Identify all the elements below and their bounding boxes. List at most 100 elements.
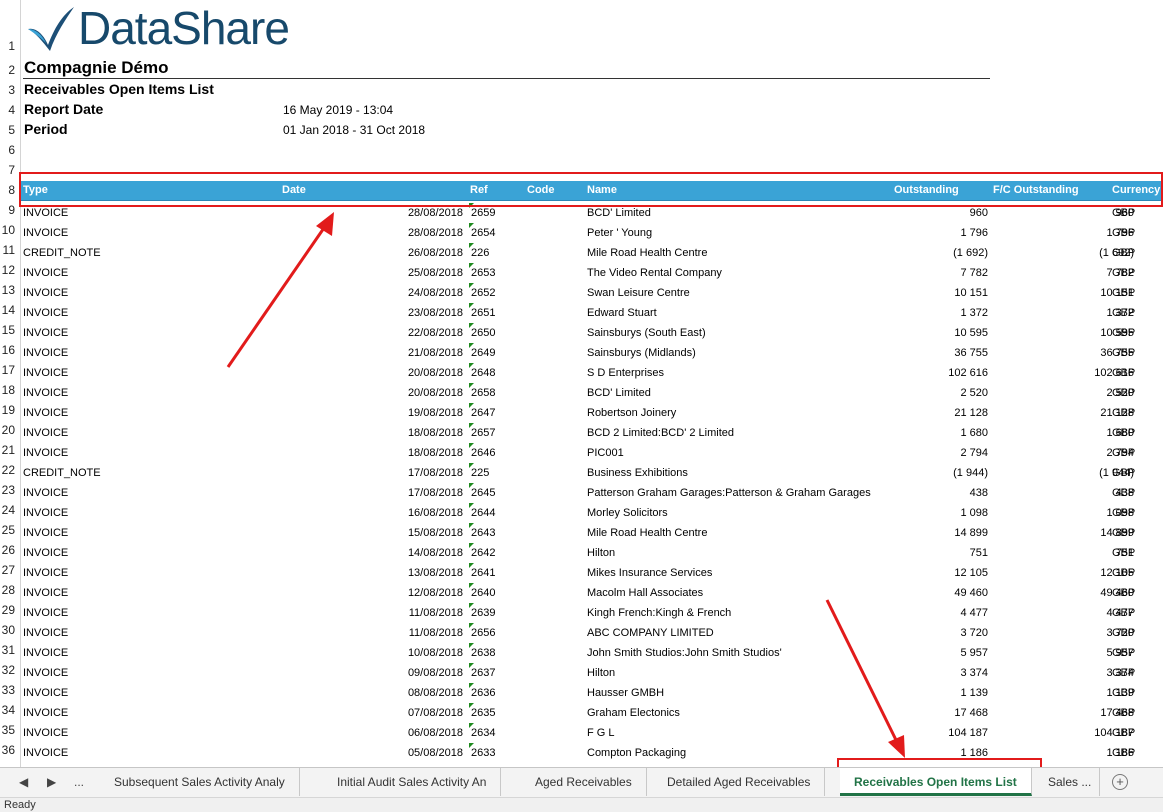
cell-currency[interactable]: GBP [1112,607,1135,619]
cell-outstanding[interactable]: 104 187 [948,727,988,739]
row-number[interactable]: 20 [0,423,20,437]
cell-name[interactable]: Patterson Graham Garages:Patterson & Gra… [587,487,871,499]
row-number[interactable]: 22 [0,463,20,477]
cell-outstanding[interactable]: 1 680 [960,427,988,439]
cell-name[interactable]: Edward Stuart [587,307,657,319]
cell-outstanding[interactable]: 7 782 [960,267,988,279]
table-row[interactable]: INVOICE 08/08/2018 2636 Hausser GMBH 1 139 1 … [21,683,1163,703]
cell-currency[interactable]: GBP [1112,207,1135,219]
cell-type[interactable]: INVOICE [23,527,68,539]
cell-ref[interactable]: 2646 [468,443,495,459]
cell-date[interactable]: 18/08/2018 [408,427,463,439]
cell-date[interactable]: 20/08/2018 [408,367,463,379]
cell-currency[interactable]: GBP [1112,747,1135,759]
cell-name[interactable]: The Video Rental Company [587,267,722,279]
row-number[interactable]: 17 [0,363,20,377]
cell-name[interactable]: Sainsburys (South East) [587,327,706,339]
cell-date[interactable]: 16/08/2018 [408,507,463,519]
table-row[interactable]: INVOICE 19/08/2018 2647 Robertson Joinery 21… [21,403,1163,423]
add-sheet-button[interactable]: + [1112,774,1128,790]
cell-date[interactable]: 25/08/2018 [408,267,463,279]
cell-ref[interactable]: 2659 [468,203,495,219]
row-number[interactable]: 8 [0,183,20,197]
sheet-tab-active[interactable]: Receivables Open Items List [840,768,1032,796]
cell-name[interactable]: BCD' Limited [587,207,651,219]
cell-outstanding[interactable]: (1 944) [953,467,988,479]
cell-outstanding[interactable]: 21 128 [954,407,988,419]
cell-ref[interactable]: 2636 [468,683,495,699]
row-number[interactable]: 31 [0,643,20,657]
cell-type[interactable]: INVOICE [23,627,68,639]
row-number[interactable]: 18 [0,383,20,397]
table-row[interactable]: INVOICE 20/08/2018 2658 BCD' Limited 2 520 2 … [21,383,1163,403]
cell-ref[interactable]: 2635 [468,703,495,719]
table-row[interactable]: INVOICE 18/08/2018 2657 BCD 2 Limited:BCD' … [21,423,1163,443]
cell-currency[interactable]: GBP [1112,387,1135,399]
table-row[interactable]: INVOICE 18/08/2018 2646 PIC001 2 794 2 794 GBP [21,443,1163,463]
cell-name[interactable]: Hausser GMBH [587,687,664,699]
cell-date[interactable]: 20/08/2018 [408,387,463,399]
cell-outstanding[interactable]: 3 720 [960,627,988,639]
cell-date[interactable]: 11/08/2018 [409,627,463,639]
cell-currency[interactable]: GBP [1112,567,1135,579]
cell-ref[interactable]: 2639 [468,603,495,619]
cell-name[interactable]: John Smith Studios:John Smith Studios' [587,647,782,659]
cell-name[interactable]: Hilton [587,667,615,679]
cell-ref[interactable]: 2641 [468,563,495,579]
table-row[interactable]: INVOICE 25/08/2018 2653 The Video Rental Co… [21,263,1163,283]
cell-ref[interactable]: 2638 [468,643,495,659]
row-number[interactable]: 1 [0,39,20,53]
row-number[interactable]: 14 [0,303,20,317]
cell-type[interactable]: INVOICE [23,587,68,599]
cell-currency[interactable]: GBP [1112,227,1135,239]
cell-name[interactable]: ABC COMPANY LIMITED [587,627,714,639]
cell-outstanding[interactable]: 1 139 [960,687,988,699]
cell-name[interactable]: Compton Packaging [587,747,686,759]
cell-type[interactable]: INVOICE [23,547,68,559]
cell-type[interactable]: INVOICE [23,727,68,739]
cell-type[interactable]: CREDIT_NOTE [23,467,101,479]
row-number[interactable]: 5 [0,123,20,137]
cell-type[interactable]: INVOICE [23,347,68,359]
row-number[interactable]: 9 [0,203,20,217]
row-number[interactable]: 32 [0,663,20,677]
cell-outstanding[interactable]: 1 098 [960,507,988,519]
cell-ref[interactable]: 2649 [468,343,495,359]
cell-outstanding[interactable]: 3 374 [960,667,988,679]
cell-name[interactable]: Kingh French:Kingh & French [587,607,731,619]
row-number[interactable]: 33 [0,683,20,697]
table-row[interactable]: INVOICE 21/08/2018 2649 Sainsburys (Midland… [21,343,1163,363]
sheet-tab[interactable]: Aged Receivables [521,768,647,796]
row-number[interactable]: 30 [0,623,20,637]
cell-currency[interactable]: GBP [1112,287,1135,299]
row-number[interactable]: 6 [0,143,20,157]
cell-currency[interactable]: GBP [1112,427,1135,439]
table-row[interactable]: INVOICE 16/08/2018 2644 Morley Solicitors 1 … [21,503,1163,523]
cell-outstanding[interactable]: 4 477 [960,607,988,619]
cell-outstanding[interactable]: 10 151 [954,287,988,299]
row-number[interactable]: 35 [0,723,20,737]
cell-name[interactable]: Business Exhibitions [587,467,688,479]
cell-date[interactable]: 18/08/2018 [408,447,463,459]
cell-outstanding[interactable]: 14 899 [954,527,988,539]
table-row[interactable]: INVOICE 10/08/2018 2638 John Smith Studios:… [21,643,1163,663]
cell-type[interactable]: INVOICE [23,687,68,699]
cell-currency[interactable]: GBP [1112,467,1135,479]
cell-date[interactable]: 19/08/2018 [408,407,463,419]
cell-ref[interactable]: 2648 [468,363,495,379]
cell-ref[interactable]: 2643 [468,523,495,539]
cell-currency[interactable]: GBP [1112,307,1135,319]
cell-date[interactable]: 10/08/2018 [408,647,463,659]
cell-name[interactable]: BCD' Limited [587,387,651,399]
cell-type[interactable]: INVOICE [23,227,68,239]
cell-date[interactable]: 24/08/2018 [408,287,463,299]
cell-currency[interactable]: GBP [1112,347,1135,359]
cell-outstanding[interactable]: 12 105 [954,567,988,579]
cell-outstanding[interactable]: 17 468 [954,707,988,719]
cell-date[interactable]: 11/08/2018 [409,607,463,619]
cell-name[interactable]: PIC001 [587,447,624,459]
cell-ref[interactable]: 2656 [468,623,495,639]
table-row[interactable]: INVOICE 07/08/2018 2635 Graham Electonics 17… [21,703,1163,723]
cell-date[interactable]: 07/08/2018 [408,707,463,719]
cell-ref[interactable]: 2654 [468,223,495,239]
